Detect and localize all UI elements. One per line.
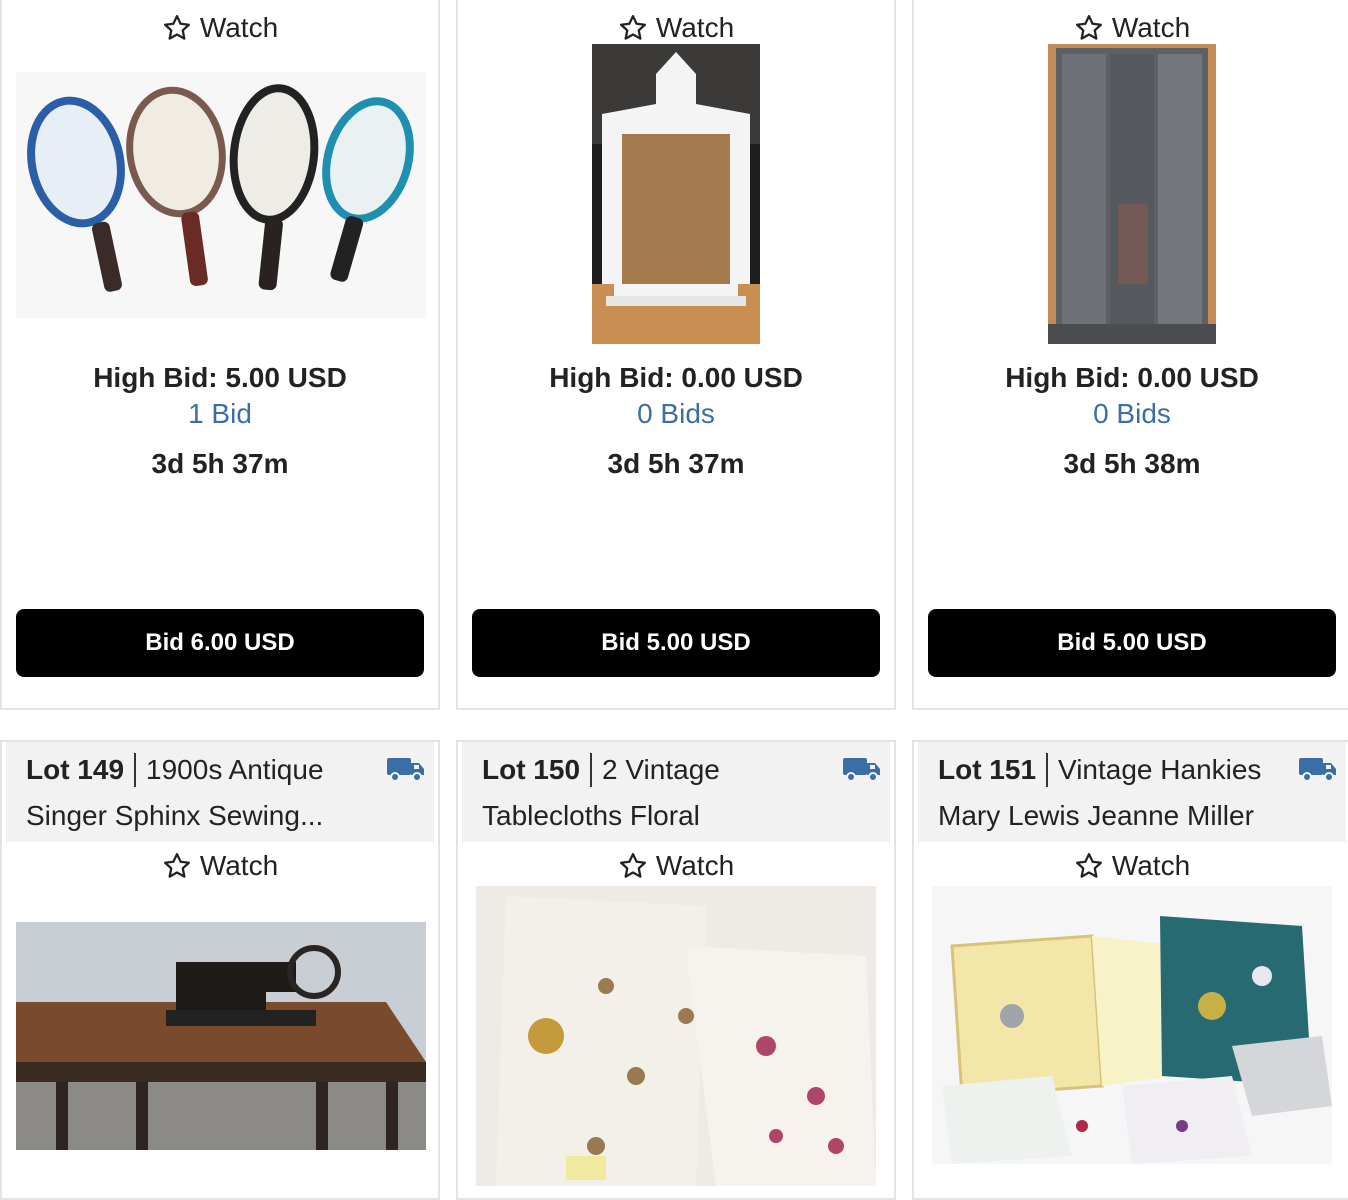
- truck-icon: [843, 758, 880, 782]
- star-outline-icon: [163, 853, 190, 878]
- bid-button[interactable]: Bid 6.00 USD: [16, 609, 424, 677]
- star-outline-icon: [163, 15, 190, 40]
- divider: [134, 753, 137, 787]
- watch-button[interactable]: Watch: [2, 846, 438, 886]
- lot-image-rackets[interactable]: [16, 72, 426, 318]
- watch-label: Watch: [655, 12, 735, 43]
- star-outline-icon: [1075, 15, 1102, 40]
- watch-button[interactable]: Watch: [458, 846, 894, 886]
- watch-label: Watch: [199, 12, 279, 43]
- bid-button[interactable]: Bid 5.00 USD: [472, 609, 880, 677]
- time-left-text: 3d 5h 37m: [151, 448, 289, 479]
- star-outline-icon: [1075, 853, 1102, 878]
- lot-title[interactable]: 1900s Antique: [146, 754, 324, 786]
- lot-card: Watch High Bid: 0.00 USD 0 Bids 3d 5h 38…: [912, 0, 1348, 710]
- star-outline-icon: [619, 853, 646, 878]
- lot-image-wood-panel[interactable]: [1048, 44, 1216, 344]
- truck-icon: [387, 758, 424, 782]
- lot-header[interactable]: Lot 150 2 Vintage Tablecloths Floral: [462, 742, 890, 842]
- truck-icon: [1299, 758, 1336, 782]
- high-bid-text: High Bid: 5.00 USD: [93, 362, 347, 393]
- lot-number: Lot 149: [26, 754, 125, 785]
- watch-label: Watch: [655, 850, 735, 881]
- divider: [1046, 753, 1049, 787]
- watch-label: Watch: [1111, 850, 1191, 881]
- lot-title[interactable]: 2 Vintage: [602, 754, 720, 786]
- high-bid-text: High Bid: 0.00 USD: [549, 362, 803, 393]
- bid-count-link[interactable]: 1 Bid: [2, 398, 438, 430]
- lot-card: Watch High Bid: 0.00 USD 0 Bids 3d 5h 37…: [456, 0, 896, 710]
- watch-button[interactable]: Watch: [458, 8, 894, 48]
- star-outline-icon: [619, 15, 646, 40]
- lot-title-continued[interactable]: Mary Lewis Jeanne Miller: [938, 800, 1254, 832]
- lot-title[interactable]: Vintage Hankies: [1058, 754, 1261, 786]
- lot-header[interactable]: Lot 149 1900s Antique Singer Sphinx Sewi…: [6, 742, 434, 842]
- lot-header[interactable]: Lot 151 Vintage Hankies Mary Lewis Jeann…: [918, 742, 1346, 842]
- lot-image-hankies[interactable]: [932, 886, 1332, 1164]
- bid-button[interactable]: Bid 5.00 USD: [928, 609, 1336, 677]
- lot-title-continued[interactable]: Tablecloths Floral: [482, 800, 700, 832]
- bid-count-link[interactable]: 0 Bids: [458, 398, 894, 430]
- lot-card: Watch High Bid: 5.00 USD 1 Bid 3d 5h 37m…: [0, 0, 440, 710]
- lot-image-sewing-machine[interactable]: [16, 922, 426, 1150]
- lot-card: Lot 149 1900s Antique Singer Sphinx Sewi…: [0, 740, 440, 1200]
- watch-button[interactable]: Watch: [914, 8, 1348, 48]
- high-bid-text: High Bid: 0.00 USD: [1005, 362, 1259, 393]
- lot-card: Lot 151 Vintage Hankies Mary Lewis Jeann…: [912, 740, 1348, 1200]
- watch-button[interactable]: Watch: [2, 8, 438, 48]
- lot-number: Lot 151: [938, 754, 1037, 785]
- watch-label: Watch: [199, 850, 279, 881]
- lot-image-bulletin-board[interactable]: [592, 44, 760, 344]
- lot-number: Lot 150: [482, 754, 581, 785]
- lot-title-continued[interactable]: Singer Sphinx Sewing...: [26, 800, 323, 832]
- watch-button[interactable]: Watch: [914, 846, 1348, 886]
- divider: [590, 753, 593, 787]
- time-left-text: 3d 5h 37m: [607, 448, 745, 479]
- bid-count-link[interactable]: 0 Bids: [914, 398, 1348, 430]
- watch-label: Watch: [1111, 12, 1191, 43]
- time-left-text: 3d 5h 38m: [1063, 448, 1201, 479]
- lot-image-tablecloths[interactable]: [476, 886, 876, 1186]
- lot-card: Lot 150 2 Vintage Tablecloths Floral Wat…: [456, 740, 896, 1200]
